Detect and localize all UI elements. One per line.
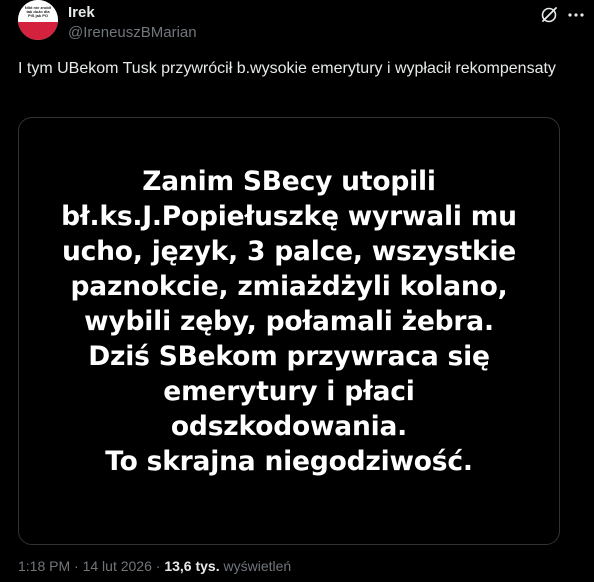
views-count: 13,6 tys. [164, 558, 220, 574]
image-text-line: wybili zęby, połamali żebra. [84, 306, 494, 337]
tweet-meta: 1:18 PM · 14 lut 2026 · 13,6 tys. wyświe… [18, 558, 291, 574]
grok-icon[interactable] [538, 4, 560, 26]
tweet-text: I tym UBekom Tusk przywrócił b.wysokie e… [18, 60, 556, 77]
image-text-line: To skrajna niegodziwość. [105, 446, 473, 477]
image-text-block: Zanim SBecy utopili bł.ks.J.Popiełuszkę … [25, 164, 553, 479]
views-label: wyświetleń [223, 558, 292, 574]
image-text-line: paznokcie, zmiażdżyli kolano, [70, 271, 508, 302]
tweet-date[interactable]: 14 lut 2026 [83, 558, 152, 574]
avatar-flag-red [18, 22, 58, 40]
meta-separator: · [155, 558, 161, 574]
viewport-cutoff [0, 575, 594, 582]
tweet-time[interactable]: 1:18 PM [18, 558, 70, 574]
author-handle[interactable]: @IreneuszBMarian [68, 24, 197, 41]
more-icon[interactable] [565, 4, 587, 26]
image-text-line: ucho, język, 3 palce, wszystkie [61, 236, 517, 267]
image-canvas: Zanim SBecy utopili bł.ks.J.Popiełuszkę … [25, 124, 553, 538]
tweet-image[interactable]: Zanim SBecy utopili bł.ks.J.Popiełuszkę … [18, 117, 560, 545]
image-text-line: Dziś SBekom przywraca się [88, 341, 490, 372]
image-text-line: emerytury i płaci [163, 376, 415, 407]
image-text-line: bł.ks.J.Popiełuszkę wyrwali mu [61, 201, 517, 232]
avatar-text: Nikt nie zrobił tak dużo dla PiS jak PO [24, 5, 52, 18]
image-text-line: Zanim SBecy utopili [142, 166, 436, 197]
avatar[interactable]: Nikt nie zrobił tak dużo dla PiS jak PO [18, 0, 58, 40]
author-display-name[interactable]: Irek [68, 4, 95, 21]
image-text-line: odszkodowania. [170, 411, 408, 442]
meta-separator: · [74, 558, 79, 574]
